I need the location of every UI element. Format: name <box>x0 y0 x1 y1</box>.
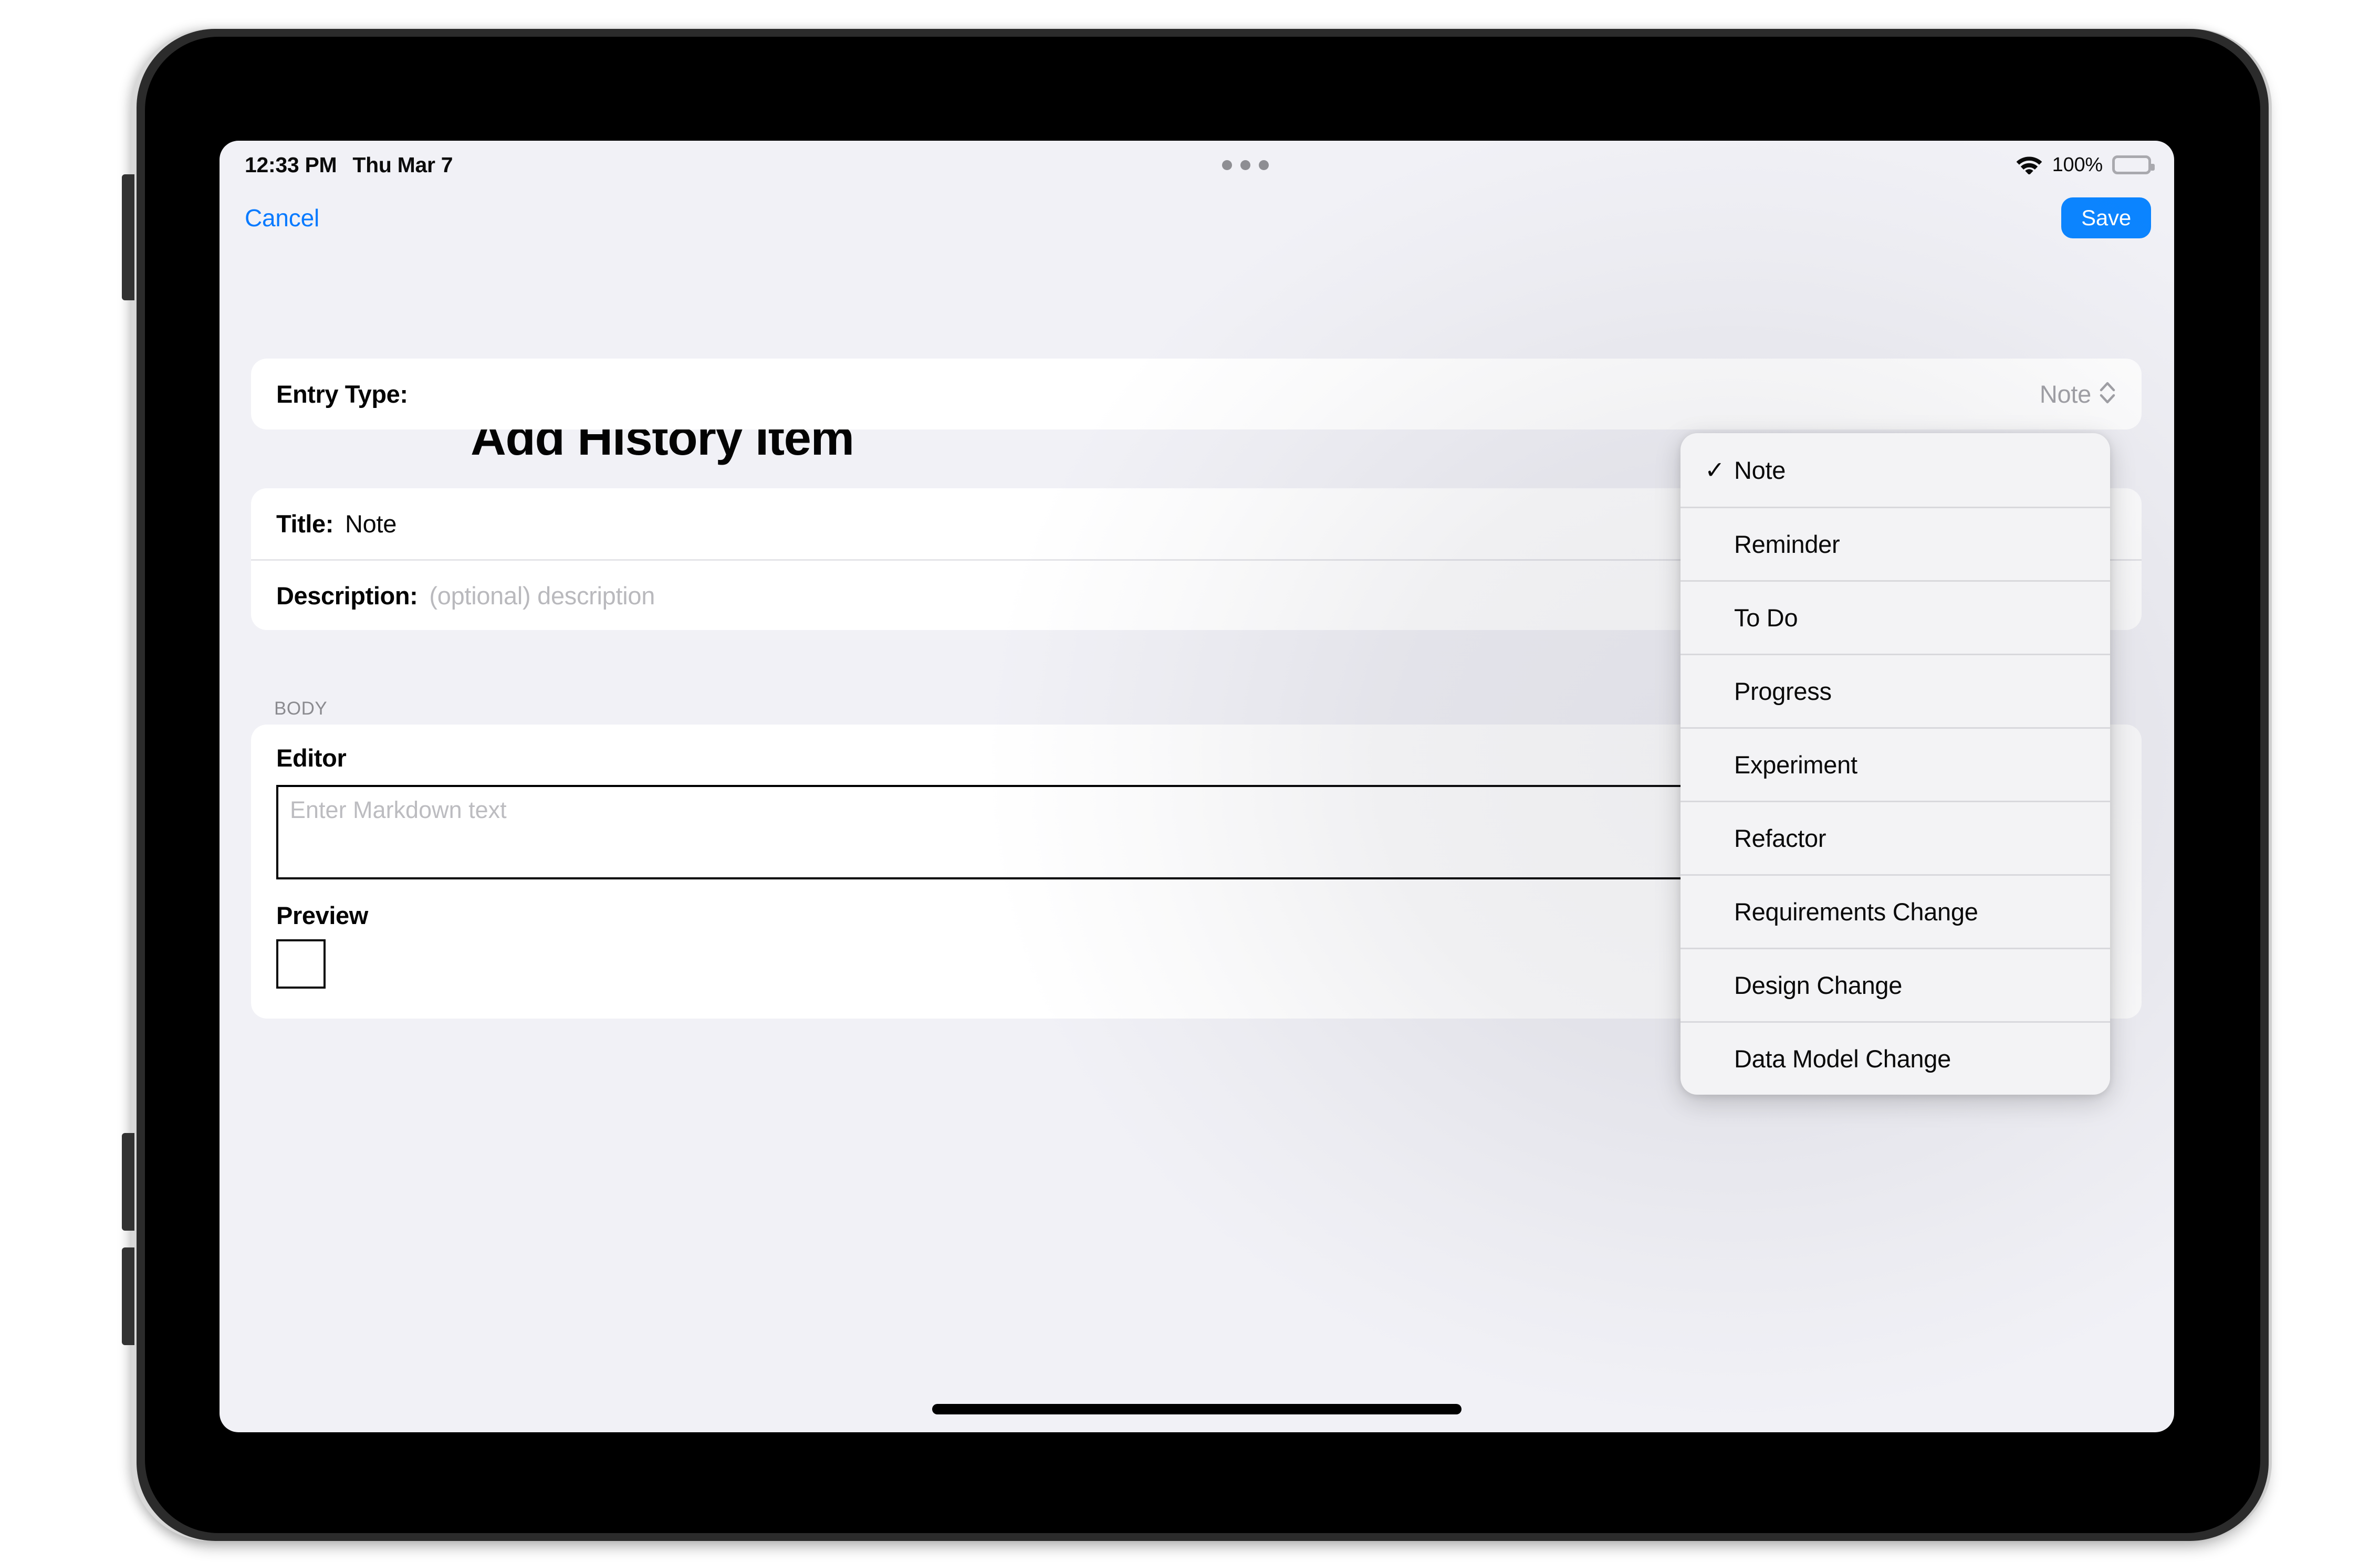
title-input[interactable]: Note <box>345 509 396 538</box>
checkmark-icon: ✓ <box>1705 456 1725 484</box>
menu-item-progress[interactable]: Progress <box>1680 654 2110 727</box>
menu-item-requirements-change[interactable]: Requirements Change <box>1680 874 2110 948</box>
three-dots-icon[interactable] <box>1222 160 1269 170</box>
description-input[interactable]: (optional) description <box>429 581 655 610</box>
entry-type-dropdown-menu[interactable]: ✓ Note Reminder To Do Progress Experimen… <box>1680 433 2110 1095</box>
navigation-bar: Cancel Save <box>220 189 2174 247</box>
home-indicator[interactable] <box>932 1404 1462 1414</box>
battery-percentage: 100% <box>2052 153 2103 176</box>
dot <box>1240 160 1251 170</box>
status-bar-left: 12:33 PM Thu Mar 7 <box>245 153 453 177</box>
status-date: Thu Mar 7 <box>352 152 453 177</box>
status-bar-center <box>453 160 2015 170</box>
description-label: Description: <box>276 581 418 610</box>
status-bar-right: 100% <box>2016 153 2155 177</box>
menu-item-data-model-change[interactable]: Data Model Change <box>1680 1021 2110 1095</box>
volume-up-button[interactable] <box>122 1133 134 1231</box>
menu-item-experiment[interactable]: Experiment <box>1680 727 2110 801</box>
menu-item-label: Note <box>1734 456 1786 484</box>
menu-item-label: Reminder <box>1734 530 1840 558</box>
menu-item-label: Refactor <box>1734 824 1826 852</box>
battery-full-icon <box>2112 155 2155 174</box>
entry-type-label: Entry Type: <box>276 380 408 408</box>
menu-item-label: Data Model Change <box>1734 1045 1951 1073</box>
menu-item-label: Design Change <box>1734 971 1903 999</box>
entry-type-value: Note <box>2039 380 2091 408</box>
save-button[interactable]: Save <box>2061 197 2151 238</box>
device-screen: 12:33 PM Thu Mar 7 100% Cancel Save Add … <box>220 141 2174 1432</box>
entry-type-picker[interactable]: Note <box>2040 379 2116 410</box>
menu-item-to-do[interactable]: To Do <box>1680 580 2110 654</box>
menu-item-label: To Do <box>1734 604 1798 632</box>
preview-render-box <box>276 939 326 989</box>
cancel-button[interactable]: Cancel <box>245 204 319 232</box>
menu-item-note[interactable]: ✓ Note <box>1680 433 2110 507</box>
wifi-icon <box>2016 153 2043 177</box>
volume-down-button[interactable] <box>122 1247 134 1345</box>
power-button[interactable] <box>122 174 134 300</box>
menu-item-design-change[interactable]: Design Change <box>1680 948 2110 1021</box>
menu-item-label: Requirements Change <box>1734 898 1978 926</box>
up-down-chevron-icon <box>2099 379 2116 410</box>
status-time: 12:33 PM <box>245 152 337 177</box>
title-label: Title: <box>276 510 334 538</box>
menu-item-refactor[interactable]: Refactor <box>1680 801 2110 874</box>
body-section-header: BODY <box>274 698 328 719</box>
dot <box>1259 160 1269 170</box>
menu-item-label: Experiment <box>1734 751 1857 779</box>
status-bar: 12:33 PM Thu Mar 7 100% <box>220 141 2174 189</box>
menu-item-label: Progress <box>1734 677 1832 705</box>
dot <box>1222 160 1233 170</box>
entry-type-row[interactable]: Entry Type: Note <box>251 359 2142 429</box>
menu-item-reminder[interactable]: Reminder <box>1680 507 2110 580</box>
